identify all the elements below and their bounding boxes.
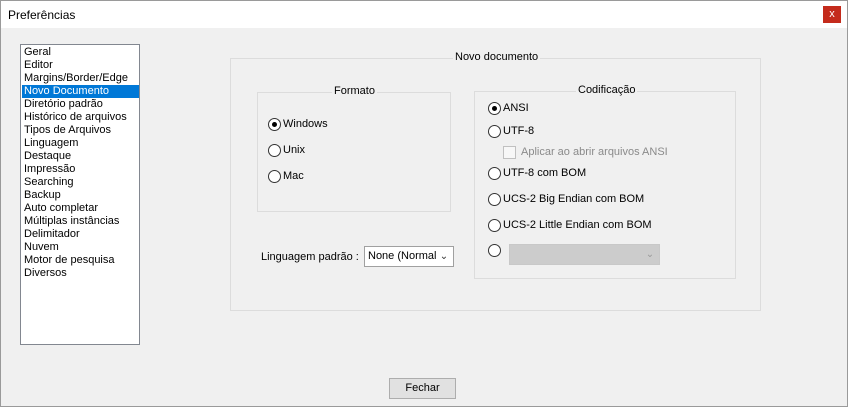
sidebar-item-backup[interactable]: Backup bbox=[22, 189, 139, 202]
sidebar-item-auto-completar[interactable]: Auto completar bbox=[22, 202, 139, 215]
format-windows-label: Windows bbox=[283, 118, 328, 130]
radio-ansi[interactable] bbox=[488, 102, 501, 115]
apply-ansi-checkbox[interactable] bbox=[503, 146, 516, 159]
sidebar-item-searching[interactable]: Searching bbox=[22, 176, 139, 189]
radio-utf8[interactable] bbox=[488, 125, 501, 138]
encoding-ansi-label: ANSI bbox=[503, 102, 529, 114]
radio-mac[interactable] bbox=[268, 170, 281, 183]
radio-other[interactable] bbox=[488, 244, 501, 257]
preferences-window: Preferências x Geral Editor Margins/Bord… bbox=[0, 0, 848, 407]
radio-utf8-bom[interactable] bbox=[488, 167, 501, 180]
default-language-select[interactable]: None (Normal ⌄ bbox=[364, 246, 454, 267]
encoding-group-title: Codificação bbox=[576, 84, 638, 97]
encoding-ucs2-be-label: UCS-2 Big Endian com BOM bbox=[503, 193, 645, 205]
radio-ucs2-be[interactable] bbox=[488, 193, 501, 206]
other-encoding-select[interactable]: ⌄ bbox=[509, 244, 660, 265]
category-list[interactable]: Geral Editor Margins/Border/Edge Novo Do… bbox=[20, 44, 140, 345]
format-group-title: Formato bbox=[332, 85, 377, 98]
close-button[interactable]: Fechar bbox=[389, 378, 456, 399]
chevron-down-icon: ⌄ bbox=[438, 247, 450, 266]
default-language-value: None (Normal bbox=[368, 250, 437, 262]
sidebar-item-nuvem[interactable]: Nuvem bbox=[22, 241, 139, 254]
format-mac-label: Mac bbox=[283, 170, 304, 182]
window-title: Preferências bbox=[8, 8, 76, 22]
radio-windows[interactable] bbox=[268, 118, 281, 131]
sidebar-item-editor[interactable]: Editor bbox=[22, 59, 139, 72]
default-language-label: Linguagem padrão : bbox=[261, 251, 359, 263]
sidebar-item-delimitador[interactable]: Delimitador bbox=[22, 228, 139, 241]
close-button-label: Fechar bbox=[405, 382, 440, 394]
sidebar-item-historico[interactable]: Histórico de arquivos bbox=[22, 111, 139, 124]
title-bar: Preferências x bbox=[1, 1, 847, 28]
sidebar-item-geral[interactable]: Geral bbox=[22, 46, 139, 59]
radio-ucs2-le[interactable] bbox=[488, 219, 501, 232]
close-window-button[interactable]: x bbox=[823, 6, 841, 23]
sidebar-item-diretorio-padrao[interactable]: Diretório padrão bbox=[22, 98, 139, 111]
sidebar-item-linguagem[interactable]: Linguagem bbox=[22, 137, 139, 150]
sidebar-item-impressao[interactable]: Impressão bbox=[22, 163, 139, 176]
encoding-utf8-label: UTF-8 bbox=[503, 125, 535, 137]
radio-unix[interactable] bbox=[268, 144, 281, 157]
encoding-ucs2-le-label: UCS-2 Little Endian com BOM bbox=[503, 219, 652, 231]
new-document-group-title: Novo documento bbox=[453, 51, 541, 64]
sidebar-item-motor-pesquisa[interactable]: Motor de pesquisa bbox=[22, 254, 139, 267]
sidebar-item-multiplas-instancias[interactable]: Múltiplas instâncias bbox=[22, 215, 139, 228]
chevron-down-icon: ⌄ bbox=[645, 249, 655, 260]
sidebar-item-diversos[interactable]: Diversos bbox=[22, 267, 139, 280]
sidebar-item-tipos-arquivos[interactable]: Tipos de Arquivos bbox=[22, 124, 139, 137]
format-unix-label: Unix bbox=[283, 144, 306, 156]
sidebar-item-novo-documento[interactable]: Novo Documento bbox=[22, 85, 139, 98]
apply-ansi-label: Aplicar ao abrir arquivos ANSI bbox=[521, 146, 668, 158]
encoding-utf8-bom-label: UTF-8 com BOM bbox=[503, 167, 587, 179]
sidebar-item-destaque[interactable]: Destaque bbox=[22, 150, 139, 163]
sidebar-item-margins[interactable]: Margins/Border/Edge bbox=[22, 72, 139, 85]
close-icon: x bbox=[829, 8, 835, 20]
